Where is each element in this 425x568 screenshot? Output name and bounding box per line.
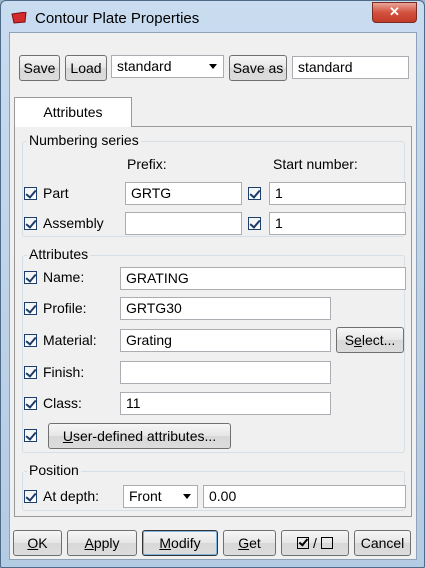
part-start-checkbox[interactable] <box>248 187 261 200</box>
load-button[interactable]: Load <box>65 55 107 81</box>
part-checkbox[interactable] <box>24 187 37 200</box>
name-label: Name: <box>43 269 85 285</box>
modify-mnemonic: M <box>159 535 172 551</box>
name-checkbox[interactable] <box>24 271 37 284</box>
apply-label-post: pply <box>93 535 120 551</box>
save-button[interactable]: Save <box>19 55 60 81</box>
finish-checkbox[interactable] <box>24 366 37 379</box>
name-input[interactable]: GRATING <box>120 267 406 290</box>
dialog-window: Contour Plate Properties ✕ Save Load sta… <box>0 0 425 568</box>
select-label-post: lect... <box>361 332 396 348</box>
save-as-name-input[interactable]: standard <box>292 56 409 79</box>
assembly-label: Assembly <box>43 215 104 231</box>
udf-checkbox[interactable] <box>24 429 37 442</box>
checked-box-icon <box>297 537 310 549</box>
attributes-group-label: Attributes <box>27 246 91 262</box>
contour-plate-app-icon <box>11 12 27 24</box>
depth-option-value: Front <box>129 488 162 504</box>
close-button[interactable]: ✕ <box>372 2 417 23</box>
toggle-all-checkboxes-button[interactable]: / <box>281 530 349 556</box>
select-label-pre: S <box>344 332 355 348</box>
at-depth-label: At depth: <box>43 488 100 504</box>
at-depth-checkbox[interactable] <box>24 490 37 503</box>
select-label-mnemonic: e <box>354 332 362 348</box>
material-input[interactable]: Grating <box>120 329 331 352</box>
assembly-start-number-input[interactable]: 1 <box>269 212 406 235</box>
finish-label: Finish: <box>43 364 85 380</box>
numbering-series-label: Numbering series <box>27 132 141 148</box>
prefix-header: Prefix: <box>127 156 167 172</box>
ok-label-post: K <box>38 535 48 551</box>
chevron-down-icon <box>183 494 191 499</box>
class-checkbox[interactable] <box>24 397 37 410</box>
assembly-checkbox[interactable] <box>24 217 37 230</box>
cancel-button[interactable]: Cancel <box>354 530 411 556</box>
part-start-number-input[interactable]: 1 <box>269 182 406 205</box>
unchecked-box-icon <box>320 537 333 549</box>
class-label: Class: <box>43 395 82 411</box>
get-button[interactable]: Get <box>223 530 276 556</box>
depth-offset-input[interactable]: 0.00 <box>203 485 406 508</box>
ok-button[interactable]: OK <box>13 530 62 556</box>
start-number-header: Start number: <box>273 156 358 172</box>
apply-mnemonic: A <box>84 535 94 551</box>
material-label: Material: <box>43 332 97 348</box>
finish-input[interactable] <box>120 361 331 384</box>
save-as-button[interactable]: Save as <box>229 55 287 81</box>
udf-label-post: ser-defined attributes... <box>72 428 217 444</box>
title-bar[interactable]: Contour Plate Properties ✕ <box>1 1 424 35</box>
toggle-separator: / <box>313 535 317 551</box>
get-mnemonic: G <box>238 535 250 551</box>
ok-mnemonic: O <box>27 535 39 551</box>
modify-label-post: odify <box>171 535 201 551</box>
material-select-button[interactable]: Select... <box>336 327 404 353</box>
depth-select[interactable]: Front <box>123 485 198 508</box>
get-label-post: et <box>249 535 261 551</box>
assembly-start-checkbox[interactable] <box>248 217 261 230</box>
assembly-prefix-input[interactable] <box>125 212 242 235</box>
chevron-down-icon <box>209 64 217 69</box>
apply-button[interactable]: Apply <box>67 530 137 556</box>
user-defined-attributes-button[interactable]: User-defined attributes... <box>48 423 231 449</box>
class-input[interactable]: 11 <box>120 392 331 415</box>
part-prefix-input[interactable]: GRTG <box>125 182 242 205</box>
position-group-label: Position <box>27 462 81 478</box>
udf-label-mnemonic: U <box>62 428 73 444</box>
load-preset-select[interactable]: standard <box>111 55 224 78</box>
attributes-tab-panel: Numbering series Prefix: Start number: P… <box>14 126 412 517</box>
profile-checkbox[interactable] <box>24 302 37 315</box>
modify-button[interactable]: Modify <box>142 530 218 556</box>
part-label: Part <box>43 185 69 201</box>
load-preset-value: standard <box>117 58 172 74</box>
dialog-client-area: Save Load standard Save as standard Attr… <box>9 32 417 560</box>
profile-input[interactable]: GRTG30 <box>120 297 331 320</box>
window-title: Contour Plate Properties <box>35 10 200 27</box>
profile-label: Profile: <box>43 300 87 316</box>
material-checkbox[interactable] <box>24 334 37 347</box>
tab-attributes[interactable]: Attributes <box>14 97 132 127</box>
